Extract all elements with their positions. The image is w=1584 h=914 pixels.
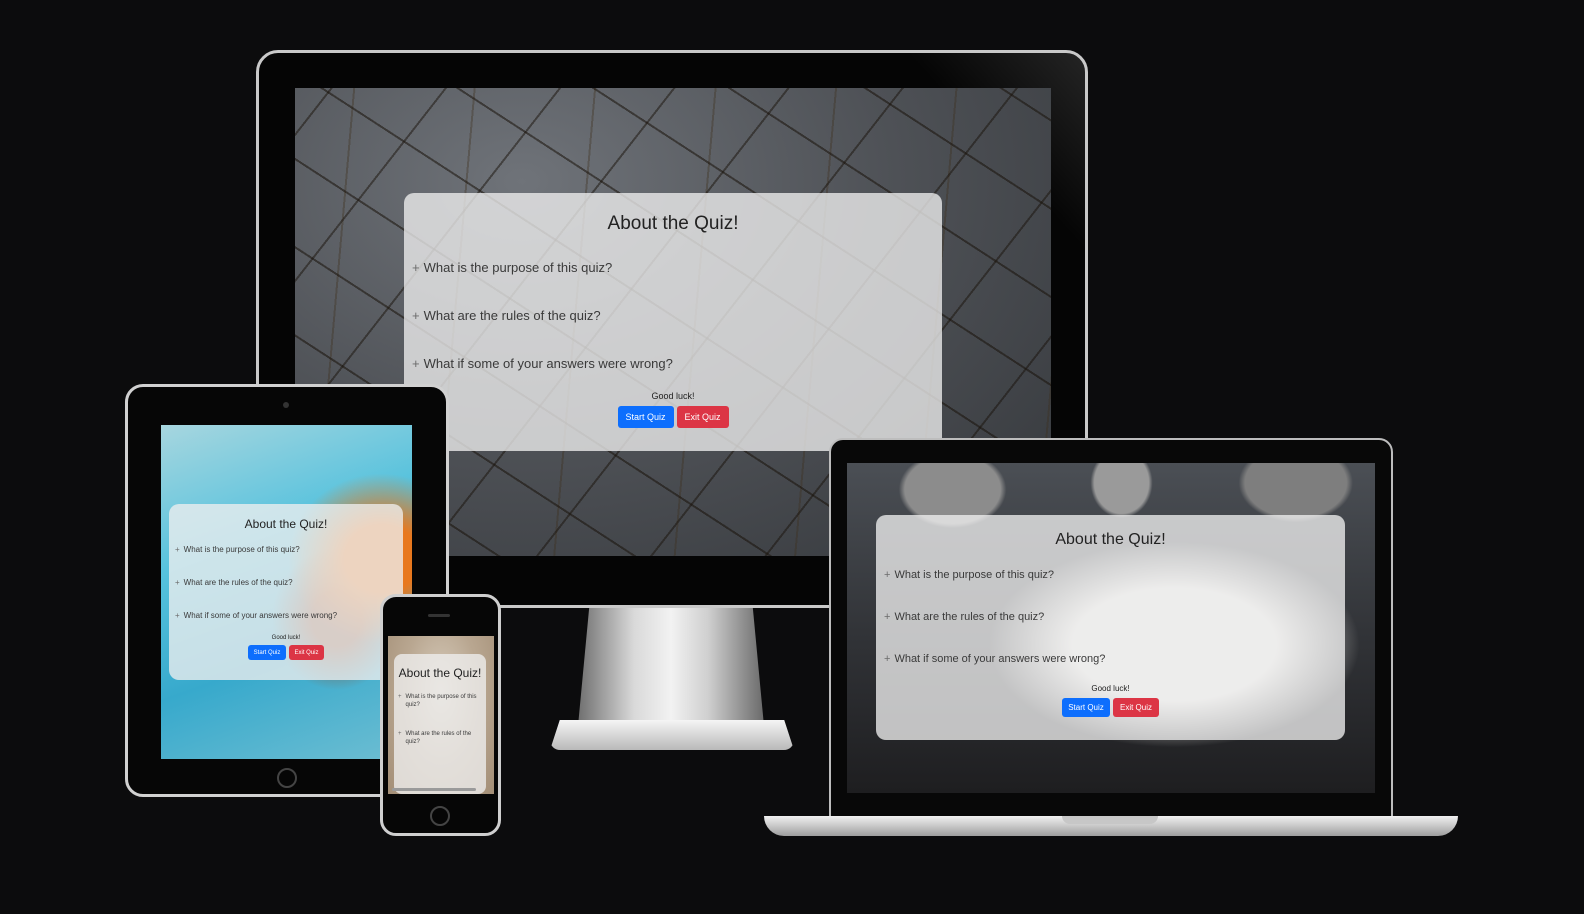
page-title: About the Quiz! — [244, 517, 328, 531]
faq-item-rules[interactable]: + What are the rules of the quiz? — [398, 730, 482, 746]
plus-icon: + — [884, 653, 891, 665]
about-quiz-panel: About the Quiz! + What is the purpose of … — [876, 515, 1345, 740]
plus-icon: + — [884, 611, 891, 623]
faq-item-wrong-answers[interactable]: + What if some of your answers were wrong… — [412, 353, 934, 373]
faq-item-purpose[interactable]: + What is the purpose of this quiz? — [398, 693, 482, 709]
exit-quiz-button[interactable]: Exit Quiz — [676, 406, 729, 428]
faq-question: What are the rules of the quiz? — [894, 611, 1045, 623]
laptop-screen: About the Quiz! + What is the purpose of … — [847, 463, 1375, 793]
plus-icon: + — [175, 544, 180, 554]
tablet-camera — [283, 402, 289, 408]
plus-icon: + — [412, 355, 420, 371]
plus-icon: + — [175, 610, 180, 620]
faq-question: What is the purpose of this quiz? — [405, 694, 477, 708]
start-quiz-button[interactable]: Start Quiz — [1062, 698, 1110, 717]
faq-question: What if some of your answers were wrong? — [423, 355, 673, 371]
good-luck-text: Good luck! — [1091, 684, 1130, 693]
plus-icon: + — [175, 577, 180, 587]
plus-icon: + — [412, 307, 420, 323]
phone-home-button[interactable] — [430, 806, 450, 826]
start-quiz-button[interactable]: Start Quiz — [248, 645, 286, 660]
good-luck-text: Good luck! — [651, 391, 695, 401]
faq-question: What if some of your answers were wrong? — [894, 653, 1106, 665]
faq-item-purpose[interactable]: + What is the purpose of this quiz? — [175, 543, 397, 555]
faq-question: What are the rules of the quiz? — [423, 307, 601, 323]
start-quiz-button[interactable]: Start Quiz — [617, 406, 674, 428]
faq-item-wrong-answers[interactable]: + What if some of your answers were wrong… — [175, 609, 397, 621]
faq-question: What is the purpose of this quiz? — [423, 259, 613, 275]
faq-question: What if some of your answers were wrong? — [183, 610, 338, 620]
faq-item-purpose[interactable]: + What is the purpose of this quiz? — [412, 257, 934, 277]
faq-item-rules[interactable]: + What are the rules of the quiz? — [175, 576, 397, 588]
tablet-home-button[interactable] — [277, 768, 297, 788]
page-title: About the Quiz! — [1055, 531, 1166, 548]
tablet-screen: About the Quiz! + What is the purpose of … — [161, 425, 412, 759]
faq-item-rules[interactable]: + What are the rules of the quiz? — [884, 608, 1337, 626]
faq-question: What is the purpose of this quiz? — [894, 569, 1055, 581]
faq-question: What are the rules of the quiz? — [405, 731, 472, 745]
faq-question: What is the purpose of this quiz? — [183, 544, 300, 554]
plus-icon: + — [398, 694, 402, 700]
horizontal-scrollbar[interactable] — [392, 788, 476, 791]
faq-item-wrong-answers[interactable]: + What if some of your answers were wrong… — [884, 650, 1337, 668]
monitor-stand-base — [550, 720, 794, 750]
exit-quiz-button[interactable]: Exit Quiz — [289, 645, 324, 660]
good-luck-text: Good luck! — [271, 635, 301, 641]
monitor-stand-neck — [578, 608, 764, 726]
plus-icon: + — [884, 569, 891, 581]
about-quiz-panel: About the Quiz! + What is the purpose of … — [394, 654, 486, 794]
faq-question: What are the rules of the quiz? — [183, 577, 293, 587]
about-quiz-panel: About the Quiz! + What is the purpose of … — [169, 504, 403, 680]
page-title: About the Quiz! — [607, 213, 739, 234]
faq-item-rules[interactable]: + What are the rules of the quiz? — [412, 305, 934, 325]
laptop-notch — [1062, 816, 1158, 824]
about-quiz-panel: About the Quiz! + What is the purpose of … — [404, 193, 942, 451]
phone-speaker — [428, 614, 450, 617]
plus-icon: + — [398, 731, 402, 737]
exit-quiz-button[interactable]: Exit Quiz — [1113, 698, 1159, 717]
faq-item-purpose[interactable]: + What is the purpose of this quiz? — [884, 566, 1337, 584]
page-title: About the Quiz! — [398, 666, 482, 680]
phone-screen: About the Quiz! + What is the purpose of … — [388, 636, 494, 794]
plus-icon: + — [412, 259, 420, 275]
